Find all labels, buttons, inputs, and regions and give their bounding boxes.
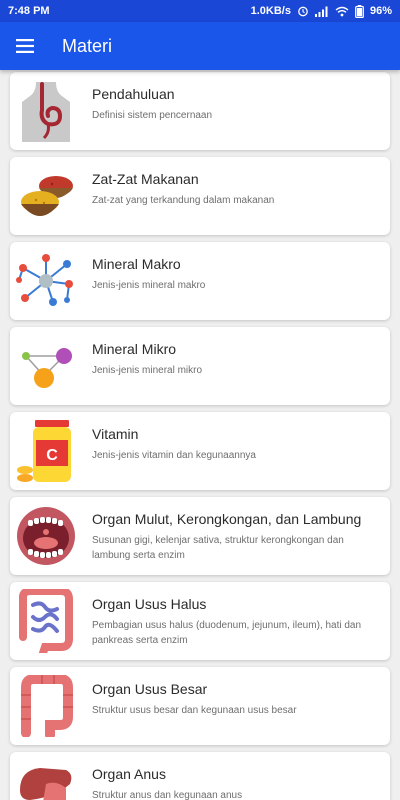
list-item-pendahuluan[interactable]: Pendahuluan Definisi sistem pencernaan bbox=[10, 72, 390, 150]
signal-icon bbox=[314, 6, 329, 17]
list-item-usus-besar[interactable]: Organ Usus Besar Struktur usus besar dan… bbox=[10, 667, 390, 745]
molecule-icon bbox=[16, 254, 73, 306]
item-subtitle: Susunan gigi, kelenjar sativa, struktur … bbox=[92, 535, 344, 561]
list-item-organ-mulut[interactable]: Organ Mulut, Kerongkongan, dan Lambung S… bbox=[10, 497, 390, 575]
list-item-mineral-makro[interactable]: Mineral Makro Jenis-jenis mineral makro bbox=[10, 242, 390, 320]
item-title: Organ Usus Halus bbox=[92, 596, 207, 612]
item-subtitle: Definisi sistem pencernaan bbox=[92, 110, 213, 121]
item-subtitle: Zat-zat yang terkandung dalam makanan bbox=[92, 195, 275, 206]
item-subtitle: Struktur anus dan kegunaan anus bbox=[92, 790, 243, 800]
item-title: Organ Anus bbox=[92, 766, 166, 782]
large-intestine-icon bbox=[21, 675, 73, 737]
menu-button[interactable] bbox=[0, 22, 50, 70]
status-bar: 7:48 PM 1.0KB/s 96% bbox=[0, 0, 400, 22]
alarm-icon bbox=[297, 5, 309, 17]
item-subtitle: Struktur usus besar dan kegunaan usus be… bbox=[92, 705, 297, 716]
list-item-vitamin[interactable]: C Vitamin Jenis-jenis vitamin dan keguna… bbox=[10, 412, 390, 490]
item-title: Vitamin bbox=[92, 426, 139, 442]
item-subtitle: Jenis-jenis mineral mikro bbox=[92, 365, 203, 376]
network-speed: 1.0KB/s bbox=[250, 5, 291, 17]
item-subtitle: Pembagian usus halus (duodenum, jejunum,… bbox=[92, 620, 362, 646]
item-title: Pendahuluan bbox=[92, 86, 175, 102]
list-item-mineral-mikro[interactable]: Mineral Mikro Jenis-jenis mineral mikro bbox=[10, 327, 390, 405]
list-item-organ-anus[interactable]: Organ Anus Struktur anus dan kegunaan an… bbox=[10, 752, 390, 800]
item-title: Organ Usus Besar bbox=[92, 681, 208, 697]
list-item-zat-makanan[interactable]: Zat-Zat Makanan Zat-zat yang terkandung … bbox=[10, 157, 390, 235]
item-title: Zat-Zat Makanan bbox=[92, 171, 199, 187]
wifi-icon bbox=[335, 6, 349, 17]
battery-level: 96% bbox=[369, 5, 392, 17]
molecule-small-icon bbox=[22, 348, 72, 388]
list-item-usus-halus[interactable]: Organ Usus Halus Pembagian usus halus (d… bbox=[10, 582, 390, 660]
battery-icon bbox=[355, 4, 364, 18]
spice-bowls-icon bbox=[21, 176, 73, 216]
item-title: Organ Mulut, Kerongkongan, dan Lambung bbox=[92, 511, 362, 527]
digestive-body-icon bbox=[22, 82, 70, 142]
item-subtitle: Jenis-jenis mineral makro bbox=[92, 280, 206, 291]
small-intestine-icon bbox=[19, 589, 73, 653]
anus-organ-icon bbox=[20, 768, 72, 800]
item-subtitle: Jenis-jenis vitamin dan kegunaannya bbox=[92, 450, 256, 461]
vitamin-jar-icon: C bbox=[17, 420, 71, 482]
mouth-icon bbox=[17, 507, 75, 565]
hamburger-menu-icon[interactable] bbox=[16, 39, 34, 53]
page-title: Materi bbox=[62, 35, 113, 56]
status-time: 7:48 PM bbox=[8, 5, 50, 17]
item-title: Mineral Mikro bbox=[92, 341, 177, 357]
svg-text:C: C bbox=[46, 447, 58, 464]
item-title: Mineral Makro bbox=[92, 256, 181, 272]
app-bar: Materi bbox=[0, 22, 400, 70]
materi-list[interactable]: Pendahuluan Definisi sistem pencernaan Z… bbox=[0, 70, 400, 800]
